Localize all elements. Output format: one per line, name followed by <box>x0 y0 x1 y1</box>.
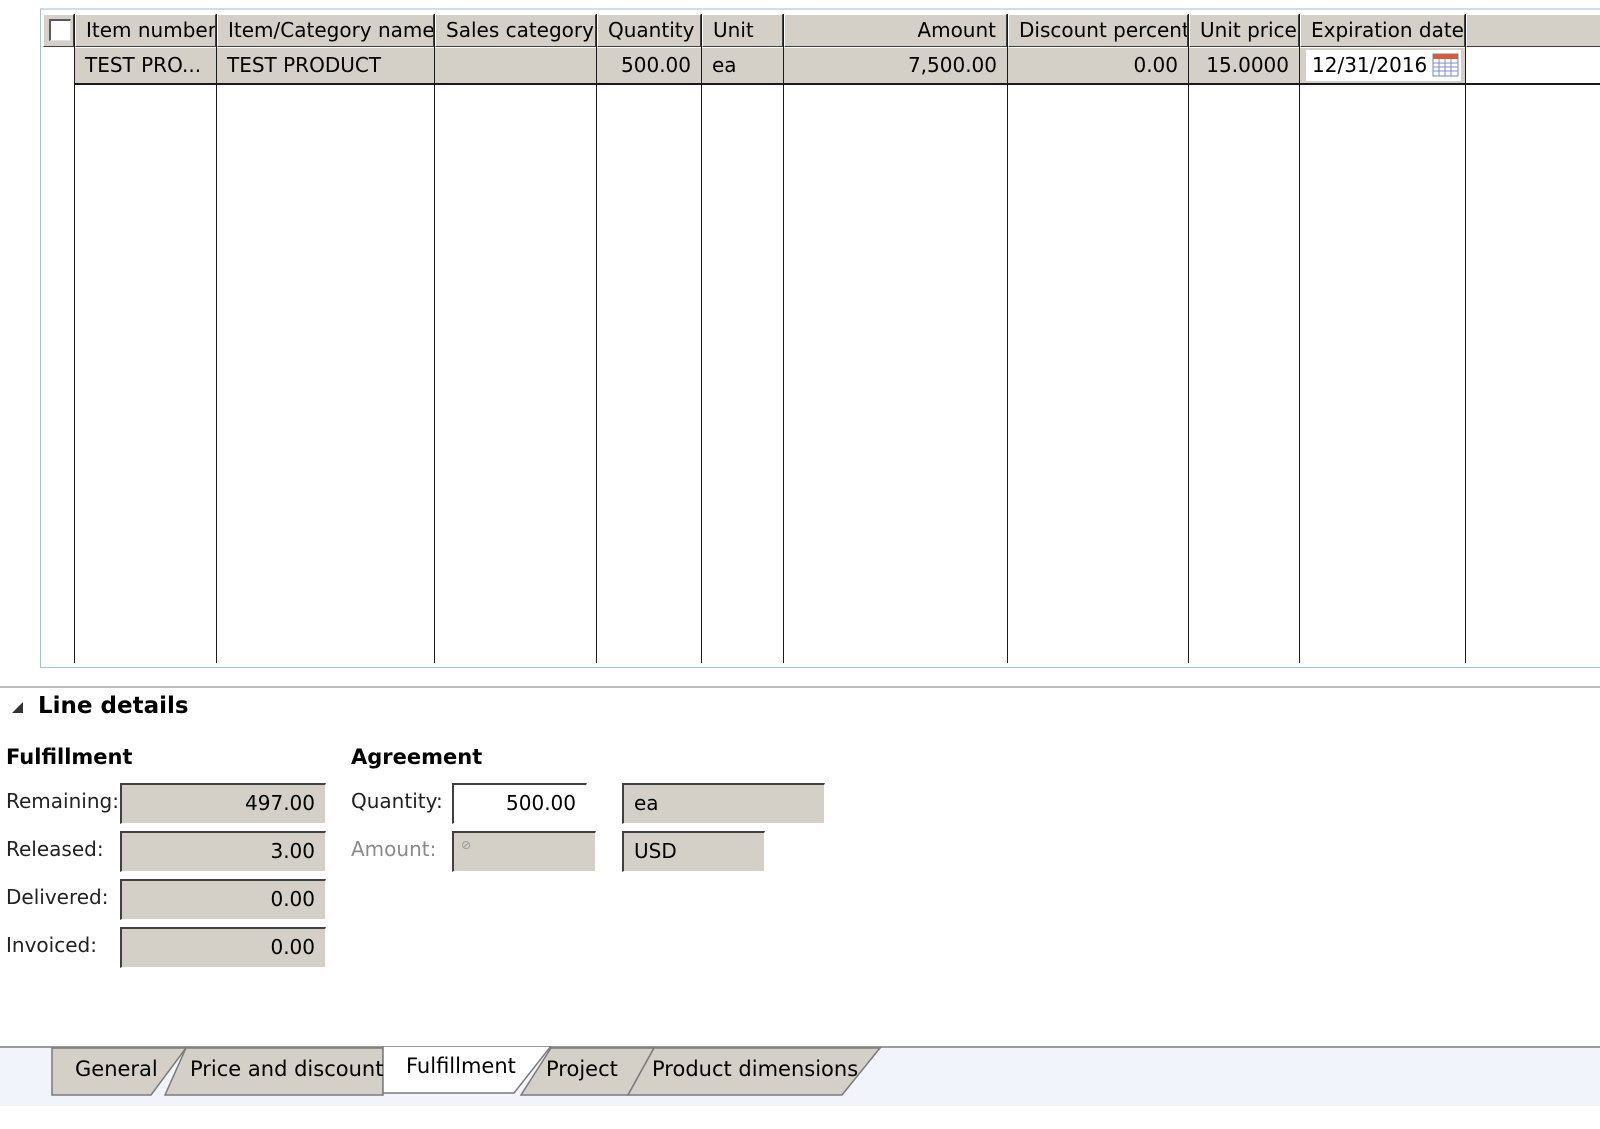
agreement-unit-field[interactable]: ea <box>622 783 825 824</box>
column-header-item-number[interactable]: Item number <box>75 14 216 47</box>
grid-column-divider <box>596 14 597 663</box>
column-header-unit[interactable]: Unit <box>702 14 783 47</box>
column-header-item-category-name[interactable]: Item/Category name <box>217 14 434 47</box>
remaining-label: Remaining: <box>6 789 119 813</box>
grid-column-divider <box>783 14 784 663</box>
column-header-quantity[interactable]: Quantity <box>597 14 701 47</box>
grid-column-divider <box>434 14 435 663</box>
cell-sales-category[interactable] <box>435 48 596 83</box>
released-label: Released: <box>6 837 104 861</box>
column-header-unit-price[interactable]: Unit price <box>1189 14 1299 47</box>
delivered-label: Delivered: <box>6 885 109 909</box>
column-header-filler <box>1466 14 1600 47</box>
section-separator <box>0 686 1600 688</box>
grid-column-divider <box>216 14 217 663</box>
line-details-title[interactable]: Line details <box>38 690 189 722</box>
grid-column-divider <box>74 14 75 663</box>
tab-general[interactable]: General <box>75 1052 158 1086</box>
cell-quantity[interactable]: 500.00 <box>597 48 701 83</box>
cell-amount[interactable]: 7,500.00 <box>784 48 1007 83</box>
agreement-amount-label: Amount: <box>351 837 437 861</box>
agreement-group-title: Agreement <box>351 745 483 769</box>
cell-item-number[interactable]: TEST PRO... <box>75 48 216 83</box>
disabled-icon: ⊘ <box>461 838 472 852</box>
lines-grid: Item number Item/Category name Sales cat… <box>40 8 1600 668</box>
agreement-currency-field[interactable]: USD <box>622 831 765 872</box>
grid-column-divider <box>1007 14 1008 663</box>
collapse-arrow-icon[interactable] <box>10 700 24 714</box>
invoiced-field[interactable]: 0.00 <box>120 927 326 968</box>
tab-product-dimensions[interactable]: Product dimensions <box>652 1052 858 1086</box>
cell-discount-percent[interactable]: 0.00 <box>1008 48 1188 83</box>
row-divider <box>74 83 1600 85</box>
invoiced-label: Invoiced: <box>6 933 97 957</box>
grid-column-divider <box>701 14 702 663</box>
select-all-checkbox[interactable] <box>49 19 71 41</box>
agreement-amount-field[interactable]: ⊘ <box>452 831 596 872</box>
tab-project[interactable]: Project <box>546 1052 618 1086</box>
expiration-date-input[interactable]: 12/31/2016 <box>1306 50 1461 81</box>
released-field[interactable]: 3.00 <box>120 831 326 872</box>
agreement-quantity-label: Quantity: <box>351 789 443 813</box>
tab-price-and-discount[interactable]: Price and discount <box>190 1052 383 1086</box>
cell-expiration-date[interactable]: 12/31/2016 <box>1300 48 1465 83</box>
column-header-expiration-date[interactable]: Expiration date <box>1300 14 1465 47</box>
cell-unit[interactable]: ea <box>702 48 783 83</box>
cell-unit-price[interactable]: 15.0000 <box>1189 48 1299 83</box>
calendar-icon[interactable] <box>1432 53 1459 77</box>
grid-column-divider <box>1465 14 1466 663</box>
remaining-field[interactable]: 497.00 <box>120 783 326 824</box>
cell-item-name[interactable]: TEST PRODUCT <box>217 48 434 83</box>
grid-column-divider <box>1299 14 1300 663</box>
agreement-quantity-field[interactable]: 500.00 <box>452 783 587 824</box>
expiration-date-value: 12/31/2016 <box>1312 53 1428 77</box>
grid-column-divider <box>1188 14 1189 663</box>
delivered-field[interactable]: 0.00 <box>120 879 326 920</box>
column-header-sales-category[interactable]: Sales category <box>435 14 596 47</box>
select-all-header[interactable] <box>43 14 74 47</box>
column-header-amount[interactable]: Amount <box>784 14 1007 47</box>
fulfillment-group-title: Fulfillment <box>6 745 133 769</box>
tab-fulfillment[interactable]: Fulfillment <box>406 1049 516 1083</box>
column-header-discount-percent[interactable]: Discount percent <box>1008 14 1188 47</box>
